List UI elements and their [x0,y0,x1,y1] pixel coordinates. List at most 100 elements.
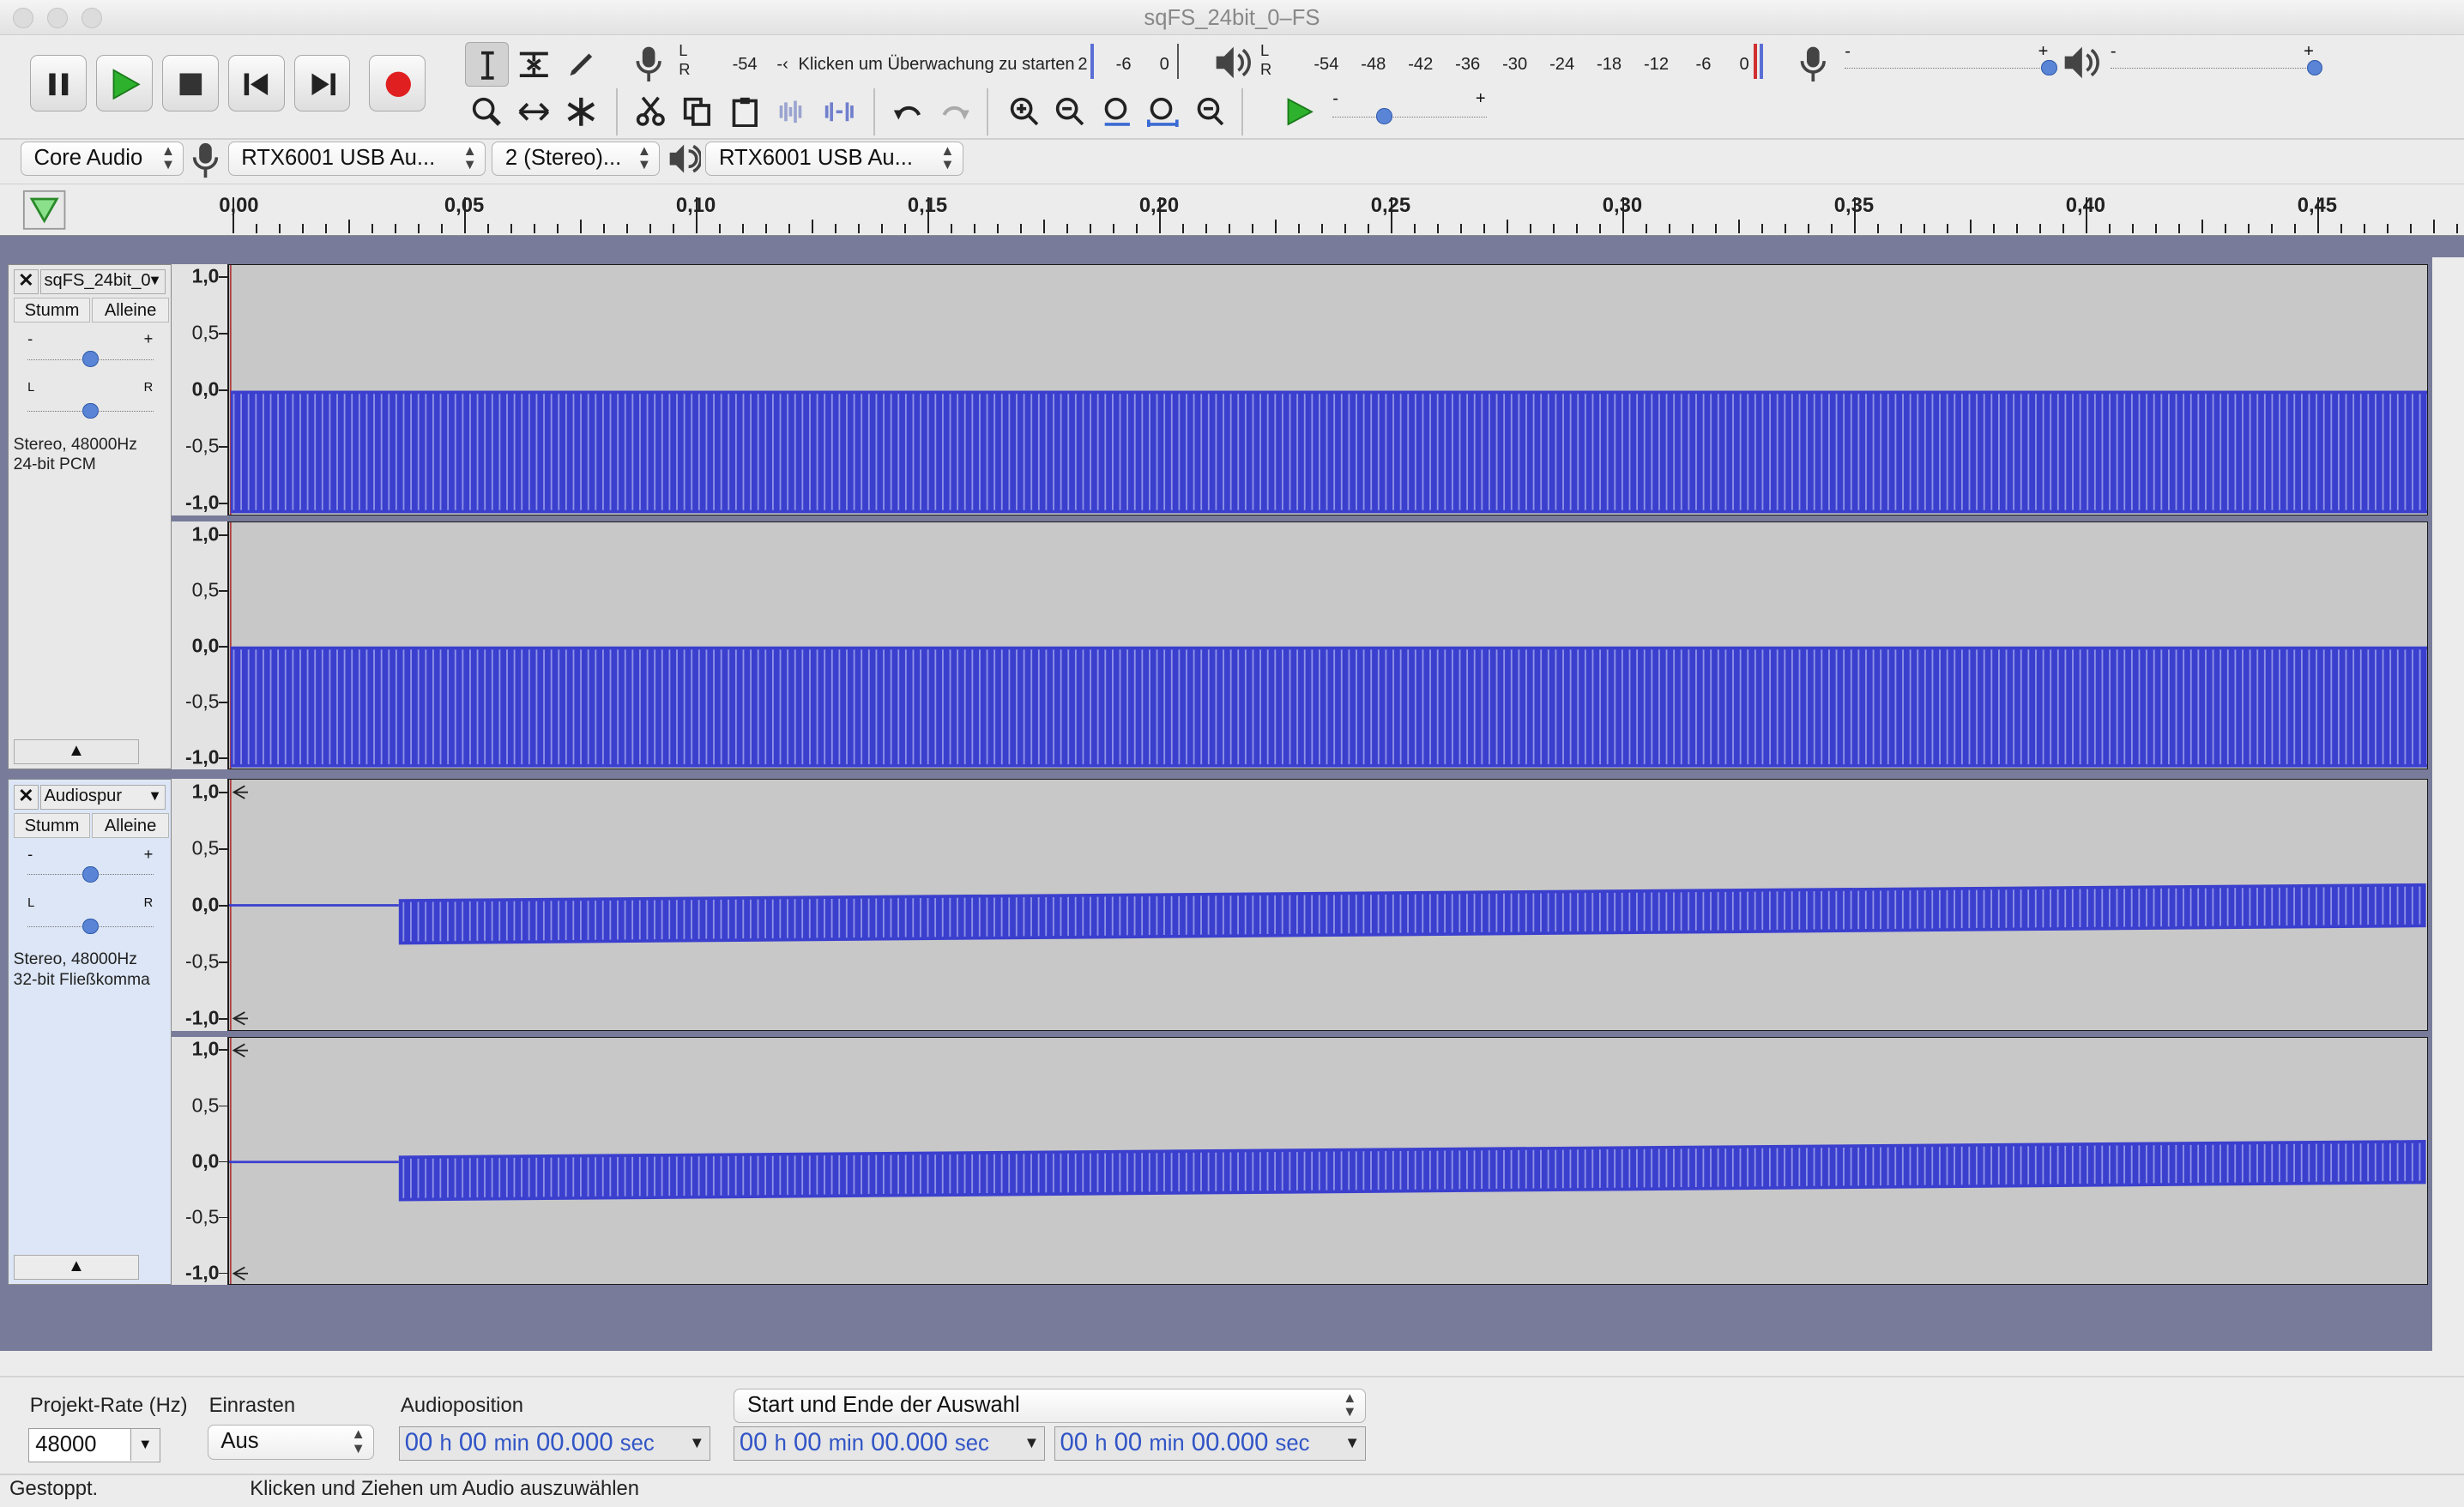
play-speed-knob[interactable] [1376,108,1392,124]
gain-knob[interactable] [82,351,99,367]
collapse-track-button[interactable]: ▲ [13,1254,140,1280]
audio-host-select[interactable]: Core Audio ▲ ▼ [20,141,184,177]
amplitude-label: 0,0 [191,377,220,401]
vertical-scrollbar[interactable] [2432,257,2464,1352]
time-seconds: 00.000 [871,1428,948,1457]
ruler-tick [1205,224,1207,234]
meter-tick: -54 [732,55,758,75]
recording-device-select[interactable]: RTX6001 USB Au... ▲ ▼ [227,141,486,177]
selection-mode-select[interactable]: Start und Ende der Auswahl ▲ ▼ [734,1389,1366,1424]
play-at-speed-button[interactable] [1277,89,1321,133]
time-shift-tool[interactable] [512,89,556,133]
recording-channels-select[interactable]: 2 (Stereo)... ▲ ▼ [492,141,661,177]
amplitude-scale[interactable]: 1,0 0,5 0,0 -0,5 -1,0 [171,521,228,770]
zoom-in-button[interactable] [1003,89,1047,133]
mute-button[interactable]: Stumm [13,812,91,839]
chevron-down-icon[interactable]: ▼ [1344,1427,1360,1459]
time-seconds: 00.000 [1191,1428,1269,1457]
amplitude-label: 0,5 [191,836,220,859]
ruler-tick [2038,224,2041,234]
waveform-channel[interactable] [227,263,2428,515]
paste-button[interactable] [723,89,767,133]
undo-button[interactable] [886,89,930,133]
cut-button[interactable] [629,89,673,133]
zoom-out-button[interactable] [1048,89,1092,133]
waveform-channel[interactable] [227,779,2428,1031]
record-volume-knob[interactable] [2041,59,2057,76]
track-control-panel[interactable]: ✕ sqFS_24bit_0 ▼ Stumm Alleine - + L R St… [8,263,172,770]
ruler-tick [742,224,744,234]
zoom-toggle-button[interactable] [1188,89,1232,133]
multi-tool[interactable] [559,89,603,133]
snap-select[interactable]: Aus ▲ ▼ [207,1425,374,1460]
record-meter-mic-icon[interactable] [631,44,669,85]
ruler-tick [1089,224,1091,234]
ruler-tick [1598,224,1601,234]
collapse-track-button[interactable]: ▲ [13,738,140,765]
timeline-ruler[interactable]: 0,000,050,100,150,200,250,300,350,400,45 [0,184,2464,236]
playback-volume-slider[interactable] [2110,67,2318,70]
gain-knob[interactable] [82,866,99,883]
amplitude-scale[interactable]: 1,0 0,5 0,0 -0,5 -1,0 [171,779,228,1031]
time-unit: min [493,1432,529,1456]
track-name-menu[interactable]: Audiospur ▼ [39,784,166,811]
draw-tool[interactable] [559,42,603,86]
timeline-options-icon[interactable] [22,190,66,231]
track-control-panel[interactable]: ✕ Audiospur ▼ Stumm Alleine - + L R Stere… [8,779,172,1286]
solo-button[interactable]: Alleine [92,812,169,839]
track-name-menu[interactable]: sqFS_24bit_0 ▼ [39,269,166,295]
project-rate-combo[interactable]: 48000 ▼ [27,1427,160,1463]
project-rate-value: 48000 [35,1432,97,1456]
pause-button[interactable] [29,55,87,112]
ruler-tick [2409,224,2412,234]
amplitude-scale[interactable]: 1,0 0,5 0,0 -0,5 -1,0 [171,263,228,515]
ruler-tick [2363,224,2365,234]
amplitude-label: -0,5 [185,1205,220,1228]
zoom-tool[interactable] [465,89,509,133]
record-button[interactable] [369,55,426,112]
waveform-channel[interactable] [227,1036,2428,1286]
amplitude-label: -1,0 [185,1261,220,1284]
playback-volume-knob[interactable] [2306,59,2323,76]
selection-end-time[interactable]: 00 h 00 min 00.000 sec ▼ [1054,1426,1366,1462]
fit-project-button[interactable] [1141,89,1185,133]
copy-button[interactable] [676,89,720,133]
fit-selection-button[interactable] [1096,89,1139,133]
solo-button[interactable]: Alleine [92,298,169,323]
audio-position-time[interactable]: 00 h 00 min 00.000 sec ▼ [399,1426,710,1462]
amplitude-scale[interactable]: 1,0 0,5 0,0 -0,5 -1,0 [171,1036,228,1286]
skip-to-start-button[interactable] [227,55,285,112]
silence-button[interactable] [817,89,861,133]
mute-button[interactable]: Stumm [13,298,91,323]
skip-to-end-button[interactable] [293,55,351,112]
play-meter[interactable]: -54 -48 -42 -36 -30 -24 -18 -12 -6 0 [1278,44,1766,79]
selection-start-time[interactable]: 00 h 00 min 00.000 sec ▼ [734,1426,1045,1462]
chevron-down-icon[interactable]: ▼ [130,1428,160,1461]
ruler-tick [626,224,628,234]
pan-knob[interactable] [82,918,99,935]
amplitude-label: 1,0 [191,522,220,546]
play-button[interactable] [95,55,153,112]
amplitude-tick [219,333,227,335]
stop-button[interactable] [161,55,219,112]
play-speed-slider[interactable] [1332,116,1487,119]
record-volume-slider[interactable] [1845,67,2053,70]
selection-tool[interactable] [465,42,510,87]
amplitude-label: 0,5 [191,1094,220,1117]
chevron-down-icon[interactable]: ▼ [689,1427,704,1459]
close-track-icon[interactable]: ✕ [13,784,39,811]
time-minutes: 00 [458,1428,487,1457]
waveform-channel[interactable] [227,521,2428,770]
ruler-tick [603,224,605,234]
ruler-tick [649,224,651,234]
ruler-tick [974,224,975,234]
redo-button[interactable] [933,89,977,133]
envelope-tool[interactable] [512,42,556,86]
close-track-icon[interactable]: ✕ [13,269,39,295]
pan-knob[interactable] [82,402,99,419]
trim-button[interactable] [770,89,813,133]
playback-device-select[interactable]: RTX6001 USB Au... ▲ ▼ [705,141,963,177]
chevron-down-icon[interactable]: ▼ [1024,1427,1039,1459]
record-meter[interactable]: -54 -‹ Klicken um Überwachung zu starten… [698,44,1185,79]
play-meter-speaker-icon[interactable] [1213,44,1254,81]
